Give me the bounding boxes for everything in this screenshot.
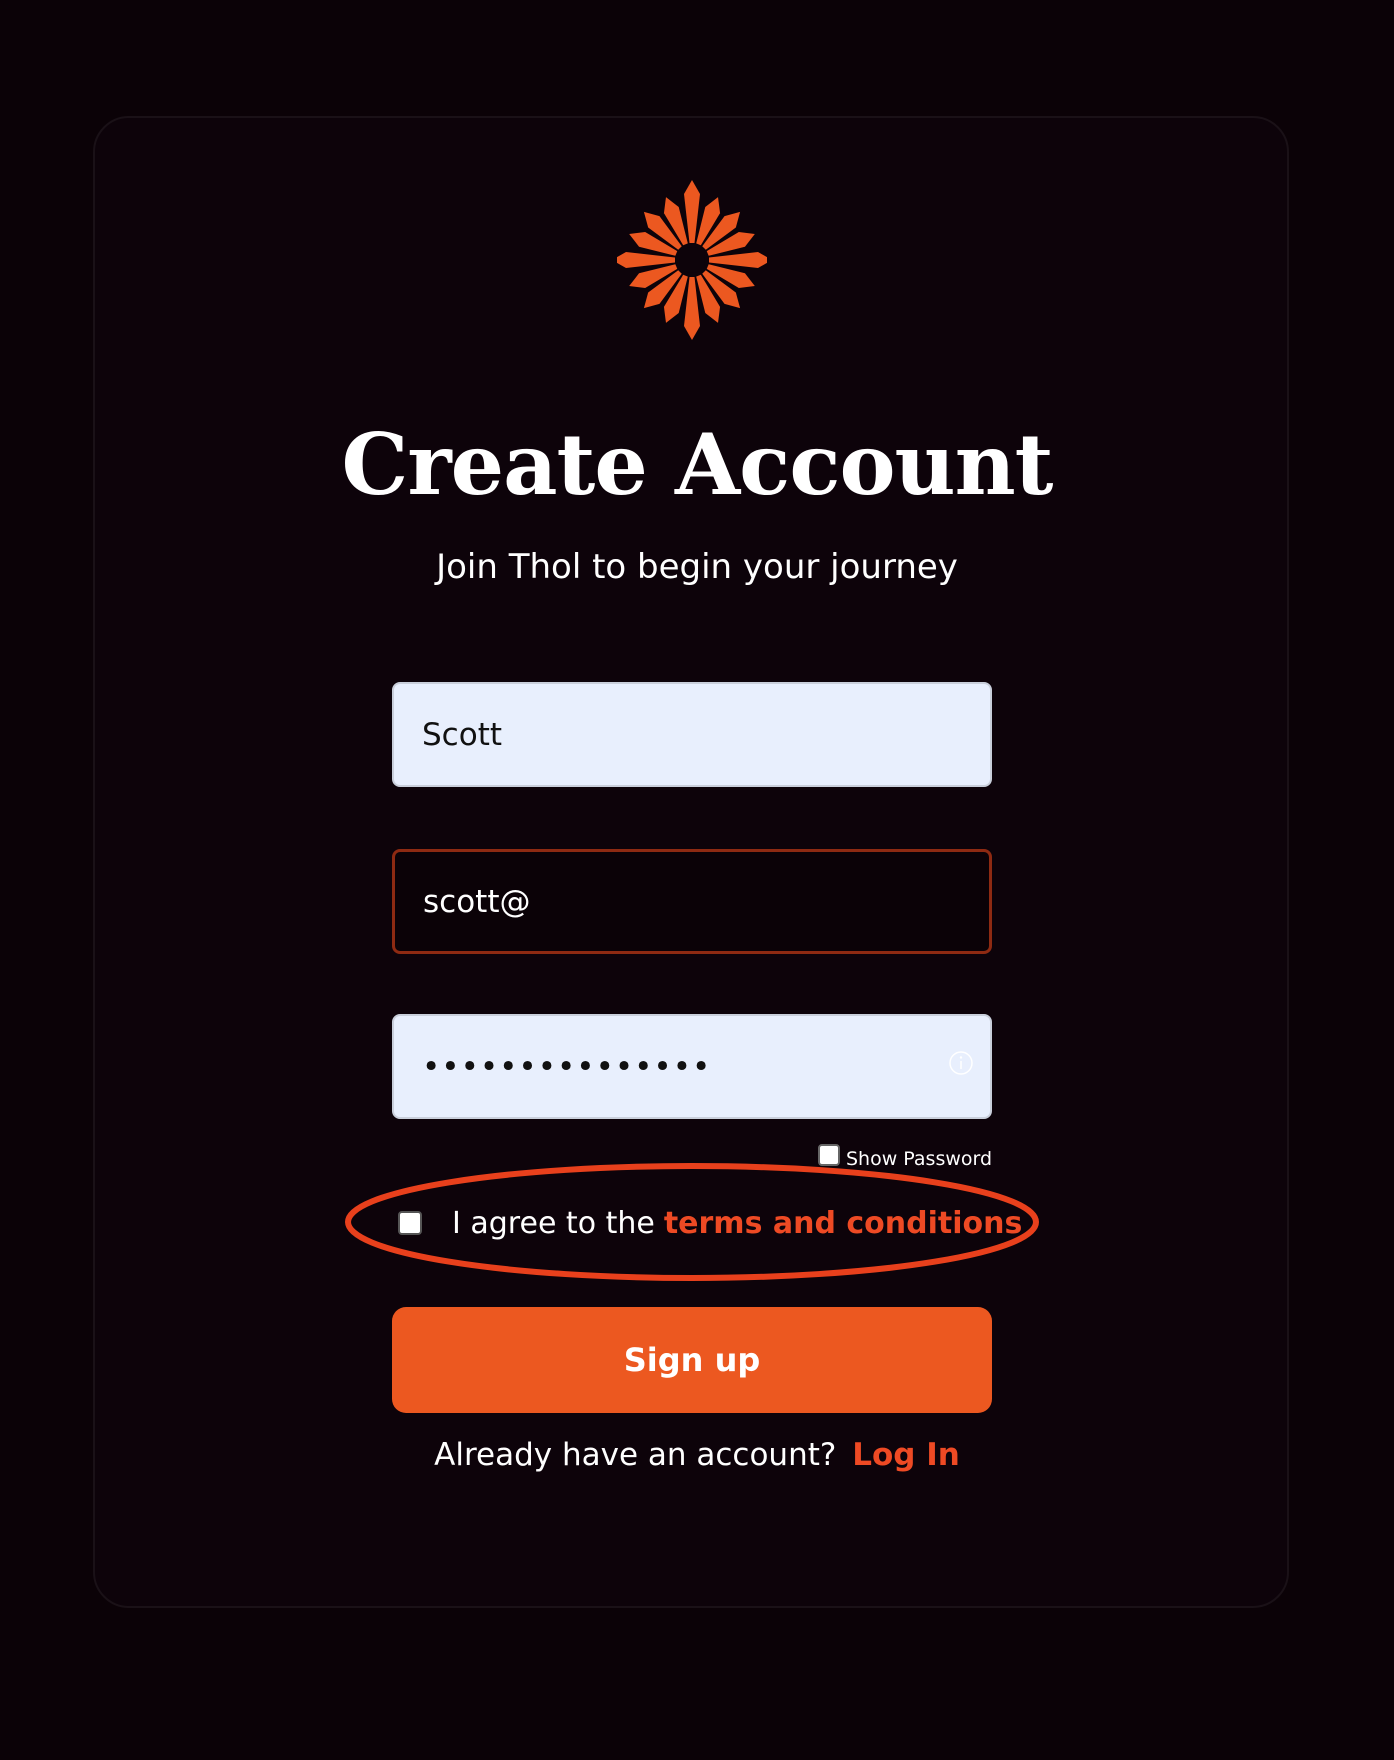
show-password-checkbox[interactable] [818,1144,840,1166]
logo-ray [684,277,700,340]
terms-agreement: I agree to the terms and conditions [398,1196,1022,1250]
terms-link[interactable]: terms and conditions [664,1206,1023,1241]
terms-checkbox[interactable] [398,1211,422,1235]
logo-ray [709,252,767,268]
sign-up-button[interactable]: Sign up [392,1307,992,1413]
email-input[interactable] [392,849,992,954]
show-password-toggle[interactable]: Show Password [818,1139,992,1179]
password-input[interactable] [392,1014,992,1119]
thol-logo [617,180,767,340]
login-link[interactable]: Log In [852,1437,960,1473]
show-password-label: Show Password [846,1148,993,1170]
page-subtitle: Join Thol to begin your journey [436,547,958,587]
page-title: Create Account [341,415,1054,514]
terms-prefix: I agree to the [452,1205,655,1241]
logo-ray [684,180,700,243]
name-input[interactable] [392,682,992,787]
login-prompt-text: Already have an account? [434,1437,837,1473]
logo-ray [617,252,675,268]
login-prompt: Already have an account? Log In [0,1430,1394,1480]
info-icon[interactable] [948,1050,974,1076]
